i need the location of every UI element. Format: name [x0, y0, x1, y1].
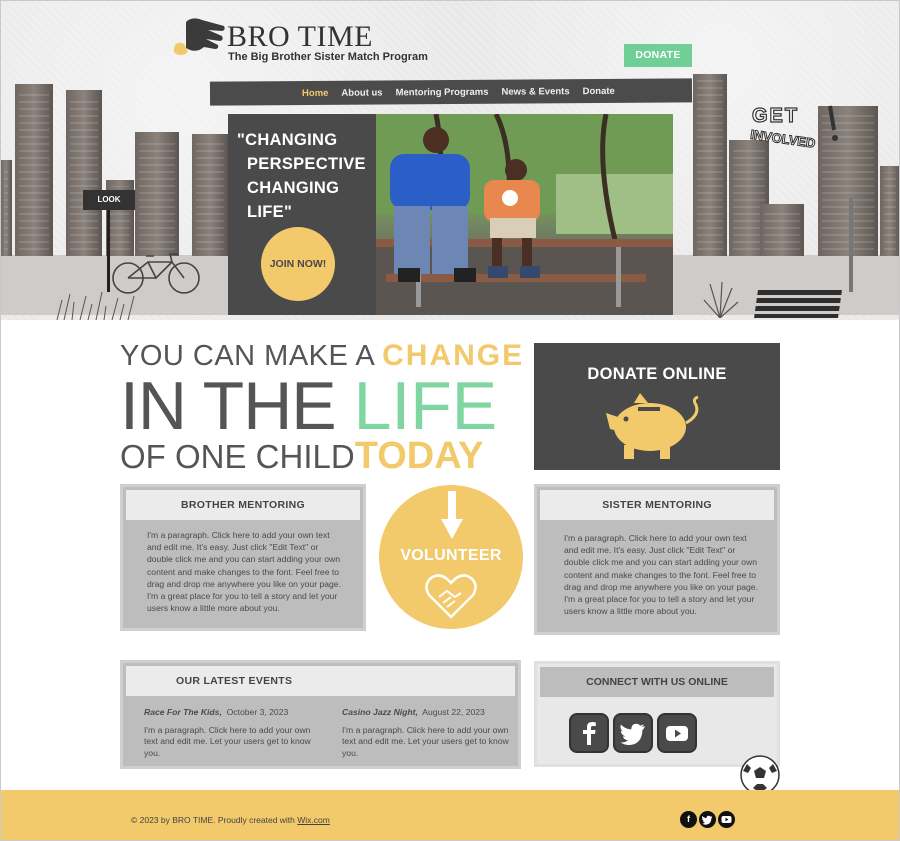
plant-icon: [703, 281, 739, 318]
connect-box: CONNECT WITH US ONLINE: [534, 661, 780, 767]
nav-item-mentoring-programs[interactable]: Mentoring Programs: [396, 86, 489, 98]
volunteer-button[interactable]: VOLUNTEER: [379, 485, 523, 629]
quote-line: "CHANGING: [237, 131, 338, 149]
footer-facebook-icon[interactable]: f: [680, 811, 697, 828]
quote-line: LIFE": [247, 203, 293, 221]
nav-item-about-us[interactable]: About us: [341, 87, 382, 98]
hand-logo-icon: [174, 18, 225, 55]
event-heading: Casino Jazz Night, August 22, 2023: [342, 707, 514, 719]
donate-online-title: DONATE ONLINE: [587, 365, 727, 383]
headline-accent-life: LIFE: [353, 368, 498, 444]
sister-mentoring-text: I'm a paragraph. Click here to add your …: [564, 533, 758, 617]
headline-text: IN THE: [120, 368, 354, 444]
sister-mentoring-box: SISTER MENTORING I'm a paragraph. Click …: [534, 484, 780, 635]
brand-subtitle: The Big Brother Sister Match Program: [228, 51, 428, 63]
brother-mentoring-box: BROTHER MENTORING I'm a paragraph. Click…: [120, 484, 366, 631]
headline-line-3: OF ONE CHILDTODAY: [120, 437, 530, 476]
join-now-button[interactable]: JOIN NOW!: [261, 227, 335, 301]
grass-icon: [56, 291, 135, 320]
quote-line: PERSPECTIVE: [247, 155, 366, 173]
twitter-icon[interactable]: [613, 713, 653, 753]
footer-youtube-icon[interactable]: [718, 811, 735, 828]
headline: YOU CAN MAKE A CHANGE IN THE LIFE OF ONE…: [120, 339, 530, 476]
sign-text: LOOK: [97, 195, 121, 204]
footer-copyright: © 2023 by BRO TIME. Proudly created with…: [131, 815, 330, 825]
footer-twitter-icon[interactable]: [699, 811, 716, 828]
skyline-building: [135, 132, 179, 256]
event-item[interactable]: Race For The Kids, October 3, 2023 I'm a…: [144, 707, 316, 759]
main-nav: Home About us Mentoring Programs News & …: [209, 78, 693, 106]
skyline-building: [0, 160, 12, 256]
svg-text:INVOLVED: INVOLVED: [749, 127, 816, 150]
skyline-building: [693, 74, 727, 256]
event-text: I'm a paragraph. Click here to add your …: [144, 724, 311, 758]
footer: © 2023 by BRO TIME. Proudly created with…: [0, 790, 900, 841]
svg-text:GET: GET: [752, 105, 799, 127]
piggy-bank-icon: [606, 393, 699, 459]
facebook-icon[interactable]: [569, 713, 609, 753]
connect-title: CONNECT WITH US ONLINE: [540, 667, 774, 697]
get-involved-graphic: GET INVOLVED: [749, 104, 838, 150]
brother-mentoring-text: I'm a paragraph. Click here to add your …: [147, 530, 341, 614]
arrow-down-icon: [441, 491, 463, 539]
headline-text: OF ONE CHILD: [120, 438, 355, 475]
skyline-building: [880, 166, 900, 256]
youtube-icon[interactable]: [657, 713, 697, 753]
sister-mentoring-title: SISTER MENTORING: [540, 490, 774, 520]
quote-line: CHANGING: [247, 179, 340, 197]
skyline-building: [66, 90, 102, 256]
event-heading: Race For The Kids, October 3, 2023: [144, 707, 316, 719]
donate-online-button[interactable]: DONATE ONLINE: [534, 343, 780, 470]
wix-link[interactable]: Wix.com: [297, 815, 330, 825]
hero-banner: LOOK GET INVOLVED BRO TIME The Big Broth…: [0, 0, 900, 320]
lamp-post: [849, 198, 853, 292]
brand-title[interactable]: BRO TIME: [227, 20, 373, 54]
latest-events-box: OUR LATEST EVENTS Race For The Kids, Oct…: [120, 660, 521, 769]
crosswalk: [754, 290, 842, 318]
skyline-building: [15, 84, 53, 256]
headline-accent-today: TODAY: [354, 435, 484, 477]
event-name: Race For The Kids,: [144, 707, 222, 717]
quote-panel: "CHANGING PERSPECTIVE CHANGING LIFE" JOI…: [228, 114, 376, 315]
look-sign: LOOK: [83, 190, 135, 210]
skyline-building: [192, 134, 228, 256]
mentor-photo: [376, 114, 673, 315]
event-item[interactable]: Casino Jazz Night, August 22, 2023 I'm a…: [342, 707, 514, 759]
headline-line-2: IN THE LIFE: [120, 372, 530, 440]
handshake-heart-icon: [425, 574, 477, 619]
nav-item-news-events[interactable]: News & Events: [501, 86, 569, 97]
skyline-building: [760, 204, 804, 256]
event-date: October 3, 2023: [226, 707, 289, 717]
event-date: August 22, 2023: [422, 707, 485, 717]
hero-quote: "CHANGING PERSPECTIVE CHANGING LIFE": [237, 128, 372, 224]
latest-events-title: OUR LATEST EVENTS: [126, 666, 515, 696]
volunteer-label: VOLUNTEER: [400, 547, 502, 564]
brother-mentoring-title: BROTHER MENTORING: [126, 490, 360, 520]
nav-item-donate[interactable]: Donate: [583, 85, 615, 96]
bicycle-icon: [112, 253, 200, 294]
mentor-photo-illustration: [376, 114, 673, 315]
donate-button[interactable]: DONATE: [624, 44, 692, 67]
event-name: Casino Jazz Night,: [342, 707, 418, 717]
footer-text: © 2023 by BRO TIME. Proudly created with: [131, 815, 298, 825]
nav-item-home[interactable]: Home: [302, 87, 328, 98]
event-text: I'm a paragraph. Click here to add your …: [342, 724, 509, 758]
